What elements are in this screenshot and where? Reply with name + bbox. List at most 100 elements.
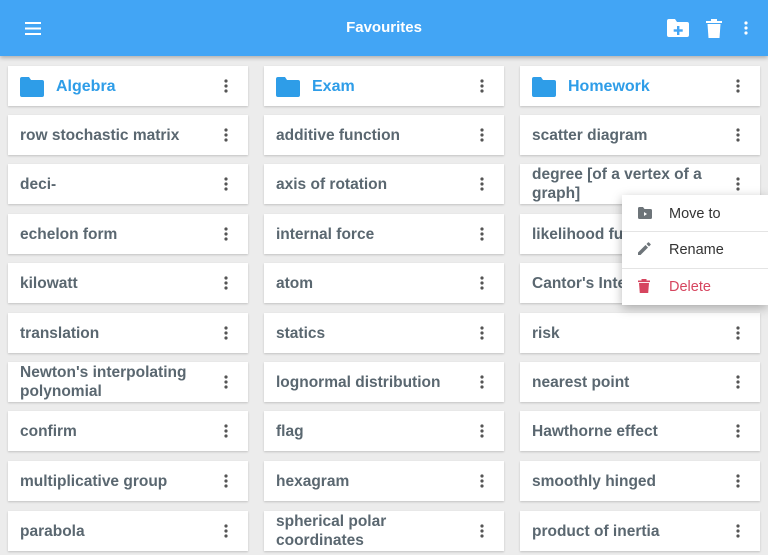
more-options-icon[interactable] [730, 523, 746, 539]
folder-card[interactable]: Exam [264, 66, 504, 106]
term-card[interactable]: parabola [8, 511, 248, 551]
more-options-icon[interactable] [218, 523, 234, 539]
term-label: deci- [20, 175, 57, 193]
term-card[interactable]: row stochastic matrix [8, 115, 248, 155]
term-label: internal force [276, 225, 375, 243]
term-label: nearest point [532, 373, 630, 391]
more-options-icon[interactable] [730, 423, 746, 439]
menu-item-label: Rename [669, 242, 724, 258]
more-options-icon[interactable] [474, 275, 490, 291]
term-label: additive function [276, 126, 400, 144]
more-options-icon[interactable] [474, 423, 490, 439]
more-options-icon[interactable] [218, 473, 234, 489]
more-options-icon[interactable] [730, 374, 746, 390]
overflow-menu-icon[interactable] [736, 0, 756, 56]
term-label: risk [532, 324, 560, 342]
term-card[interactable]: atom [264, 263, 504, 303]
term-card[interactable]: nearest point [520, 362, 760, 402]
more-options-icon[interactable] [474, 473, 490, 489]
term-label: Newton's interpolating polynomial [20, 364, 187, 400]
term-card[interactable]: translation [8, 313, 248, 353]
term-label: translation [20, 324, 100, 342]
term-card[interactable]: axis of rotation [264, 164, 504, 204]
term-card[interactable]: lognormal distribution [264, 362, 504, 402]
term-label: kilowatt [20, 274, 78, 292]
folder-card[interactable]: Algebra [8, 66, 248, 106]
trash-icon [638, 279, 654, 295]
favourites-grid: Algebra row stochastic matrix deci-echelon… [0, 56, 768, 555]
term-label: atom [276, 274, 314, 292]
term-card[interactable]: risk [520, 313, 760, 353]
term-label: echelon form [20, 225, 118, 243]
trash-icon[interactable] [701, 0, 727, 56]
new-folder-icon[interactable] [664, 0, 692, 56]
context-menu: Move to Rename Delete [622, 195, 768, 305]
more-options-icon[interactable] [218, 423, 234, 439]
more-options-icon[interactable] [730, 176, 746, 192]
more-options-icon[interactable] [730, 78, 746, 94]
app-bar: Favourites [0, 0, 768, 56]
folder-icon [532, 77, 556, 97]
more-options-icon[interactable] [474, 325, 490, 341]
more-options-icon[interactable] [730, 127, 746, 143]
term-label: scatter diagram [532, 126, 648, 144]
more-options-icon[interactable] [474, 176, 490, 192]
term-label: spherical polar coordinates [276, 513, 387, 549]
term-label: row stochastic matrix [20, 126, 180, 144]
term-card[interactable]: scatter diagram [520, 115, 760, 155]
term-card[interactable]: spherical polar coordinates [264, 511, 504, 551]
more-options-icon[interactable] [474, 127, 490, 143]
more-options-icon[interactable] [218, 275, 234, 291]
menu-item-label: Delete [669, 279, 711, 295]
term-card[interactable]: statics [264, 313, 504, 353]
term-card[interactable]: additive function [264, 115, 504, 155]
page-title: Favourites [346, 19, 422, 36]
more-options-icon[interactable] [218, 226, 234, 242]
term-card[interactable]: Newton's interpolating polynomial [8, 362, 248, 402]
term-card[interactable]: product of inertia [520, 511, 760, 551]
menu-item-delete[interactable]: Delete [622, 269, 768, 305]
term-card[interactable]: internal force [264, 214, 504, 254]
term-card[interactable]: echelon form [8, 214, 248, 254]
term-card[interactable]: smoothly hinged [520, 461, 760, 501]
menu-item-move-to[interactable]: Move to [622, 196, 768, 232]
folder-icon [276, 77, 300, 97]
menu-item-rename[interactable]: Rename [622, 232, 768, 268]
term-card[interactable]: hexagram [264, 461, 504, 501]
term-label: flag [276, 422, 304, 440]
more-options-icon[interactable] [218, 374, 234, 390]
more-options-icon[interactable] [474, 226, 490, 242]
term-label: multiplicative group [20, 472, 168, 490]
folder-name: Algebra [56, 77, 116, 95]
move-to-folder-icon [638, 206, 654, 222]
term-label: smoothly hinged [532, 472, 656, 490]
term-label: Hawthorne effect [532, 422, 658, 440]
more-options-icon[interactable] [474, 374, 490, 390]
term-card[interactable]: Hawthorne effect [520, 411, 760, 451]
term-label: confirm [20, 422, 77, 440]
folder-card[interactable]: Homework [520, 66, 760, 106]
term-card[interactable]: multiplicative group [8, 461, 248, 501]
more-options-icon[interactable] [474, 523, 490, 539]
more-options-icon[interactable] [474, 78, 490, 94]
more-options-icon[interactable] [730, 325, 746, 341]
more-options-icon[interactable] [218, 176, 234, 192]
term-card[interactable]: flag [264, 411, 504, 451]
term-card[interactable]: kilowatt [8, 263, 248, 303]
more-options-icon[interactable] [218, 325, 234, 341]
term-label: lognormal distribution [276, 373, 441, 391]
more-options-icon[interactable] [730, 473, 746, 489]
more-options-icon[interactable] [218, 78, 234, 94]
folder-name: Homework [568, 77, 650, 95]
pencil-icon [638, 242, 654, 258]
term-card[interactable]: deci- [8, 164, 248, 204]
more-options-icon[interactable] [218, 127, 234, 143]
term-label: statics [276, 324, 326, 342]
menu-item-label: Move to [669, 206, 721, 222]
folder-icon [20, 77, 44, 97]
term-label: hexagram [276, 472, 350, 490]
folder-name: Exam [312, 77, 355, 95]
term-label: product of inertia [532, 522, 660, 540]
term-label: parabola [20, 522, 85, 540]
term-card[interactable]: confirm [8, 411, 248, 451]
